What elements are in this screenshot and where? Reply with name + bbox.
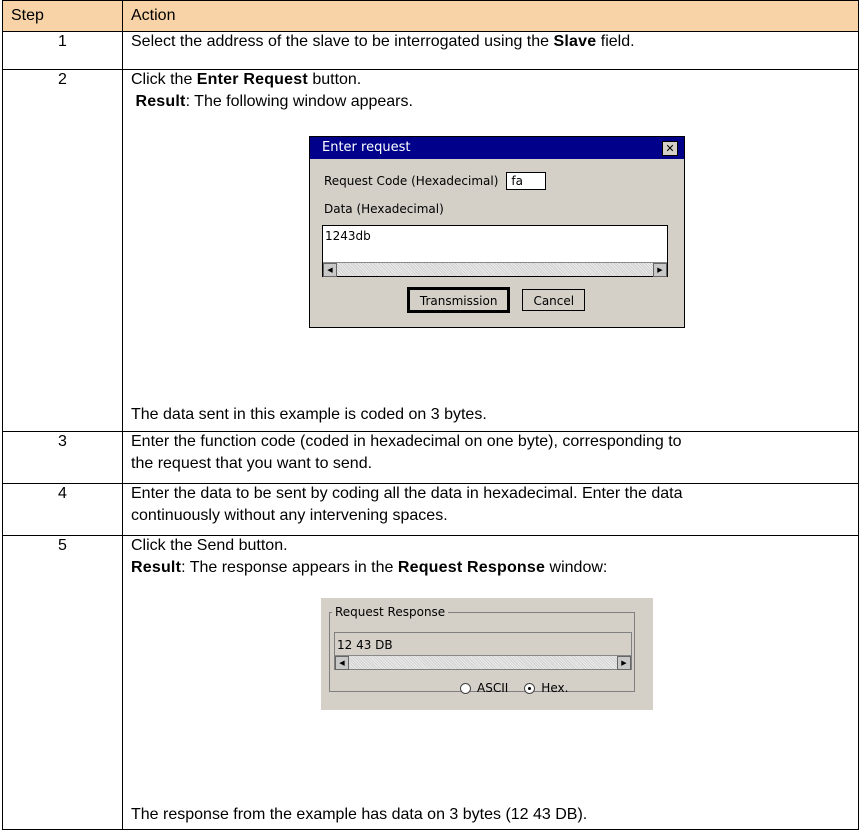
steps-table: Step Action 1 Select the address of the … <box>2 0 859 830</box>
enter-request-dialog: Enter request ✕ Request Code (Hexadecima… <box>309 136 685 328</box>
format-radio-group: ASCII Hex. <box>460 678 568 698</box>
ascii-label: ASCII <box>477 681 509 695</box>
table-header-row: Step Action <box>2 0 859 32</box>
table-row: 3 Enter the function code (coded in hexa… <box>2 431 859 484</box>
request-response-legend: Request Response <box>335 605 446 619</box>
request-response-group: Request Response 12 43 DB ◀ ▶ ASCII Hex. <box>329 602 635 695</box>
table-row: 5 Click the Send button. Result: The res… <box>2 535 859 830</box>
text: continuously without any intervening spa… <box>131 507 448 524</box>
dialog-titlebar: Enter request ✕ <box>310 137 684 159</box>
text: Click the Send button. <box>131 537 288 554</box>
horizontal-scrollbar[interactable]: ◀ ▶ <box>323 262 667 277</box>
bold-term: Slave <box>553 33 597 50</box>
cancel-button[interactable]: Cancel <box>522 289 586 311</box>
request-response-panel: Request Response 12 43 DB ◀ ▶ ASCII Hex. <box>321 598 653 710</box>
text: the request that you want to send. <box>131 455 373 472</box>
instruction-line: Click the Enter Request button. <box>131 70 850 92</box>
response-field: 12 43 DB ◀ ▶ <box>334 632 632 670</box>
request-code-label: Request Code (Hexadecimal) <box>324 174 499 188</box>
text: : The following window appears. <box>185 93 413 110</box>
text: window: <box>545 559 608 576</box>
text: Click the <box>131 71 197 88</box>
step-action: Select the address of the slave to be in… <box>122 31 859 70</box>
text: button. <box>307 71 362 88</box>
scroll-right-icon[interactable]: ▶ <box>653 263 667 277</box>
data-label: Data (Hexadecimal) <box>324 202 444 216</box>
result-label: Result <box>135 93 186 110</box>
text: Enter the data to be sent by coding all … <box>131 485 683 502</box>
footer-line: The data sent in this example is coded o… <box>131 406 487 423</box>
table-row: 2 Click the Enter Request button. Result… <box>2 69 859 432</box>
close-icon[interactable]: ✕ <box>662 140 678 156</box>
step-action: Enter the data to be sent by coding all … <box>122 483 859 536</box>
text: : The response appears in the <box>181 559 398 576</box>
request-code-row: Request Code (Hexadecimal) fa <box>324 171 547 191</box>
hex-label: Hex. <box>541 681 569 695</box>
text: Select the address of the slave to be in… <box>131 33 554 50</box>
table-row: 4 Enter the data to be sent by coding al… <box>2 483 859 536</box>
step-action: Click the Enter Request button. Result: … <box>122 69 859 432</box>
header-step: Step <box>2 0 123 32</box>
dialog-title: Enter request <box>322 140 411 155</box>
hex-radio[interactable]: Hex. <box>524 678 568 698</box>
bold-term: Request Response <box>397 559 546 576</box>
dialog-buttons: Transmission Cancel <box>310 287 684 313</box>
scroll-left-icon[interactable]: ◀ <box>335 656 349 670</box>
step-number: 4 <box>2 483 123 536</box>
data-input[interactable]: 1243db ◀ ▶ <box>322 225 668 277</box>
result-line: Result: The response appears in the Requ… <box>131 558 850 580</box>
data-value: 1243db <box>325 229 371 243</box>
text: field. <box>596 33 635 50</box>
table-row: 1 Select the address of the slave to be … <box>2 31 859 70</box>
step-number: 1 <box>2 31 123 70</box>
scroll-right-icon[interactable]: ▶ <box>617 656 631 670</box>
step-number: 5 <box>2 535 123 830</box>
transmission-button[interactable]: Transmission <box>406 287 511 313</box>
radio-unchecked-icon <box>460 682 471 694</box>
request-code-input[interactable]: fa <box>506 172 547 190</box>
footer-line: The response from the example has data o… <box>131 806 588 823</box>
result-line: Result: The following window appears. <box>131 92 850 114</box>
text: Enter the function code (coded in hexade… <box>131 433 682 450</box>
step-number: 3 <box>2 431 123 484</box>
step-action: Enter the function code (coded in hexade… <box>122 431 859 484</box>
step-number: 2 <box>2 69 123 432</box>
step-action: Click the Send button. Result: The respo… <box>122 535 859 830</box>
radio-checked-icon <box>524 682 536 694</box>
result-label: Result <box>131 559 182 576</box>
bold-term: Enter Request <box>196 71 308 88</box>
ascii-radio[interactable]: ASCII <box>460 678 508 698</box>
horizontal-scrollbar[interactable]: ◀ ▶ <box>335 655 631 670</box>
response-value: 12 43 DB <box>337 638 393 652</box>
scroll-left-icon[interactable]: ◀ <box>323 263 337 277</box>
header-action: Action <box>122 0 859 32</box>
